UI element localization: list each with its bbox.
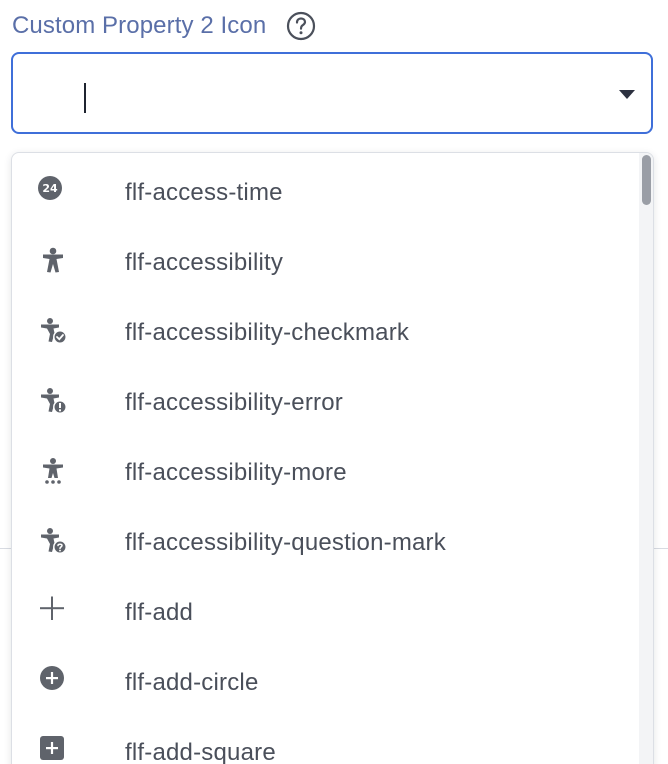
add-circle-icon	[38, 666, 68, 696]
option-add-square[interactable]: flf-add-square	[12, 718, 640, 764]
add-icon	[38, 596, 68, 626]
accessibility-more-icon	[38, 456, 68, 486]
option-add-circle[interactable]: flf-add-circle	[12, 648, 640, 718]
option-label: flf-accessibility-question-mark	[125, 529, 446, 556]
accessibility-checkmark-icon	[38, 316, 68, 346]
option-label: flf-accessibility-error	[125, 389, 343, 416]
background-divider	[652, 548, 668, 549]
option-add[interactable]: flf-add	[12, 578, 640, 648]
field-label: Custom Property 2 Icon	[12, 8, 316, 44]
option-accessibility-question-mark[interactable]: flf-accessibility-question-mark	[12, 508, 640, 578]
question-circle-icon[interactable]	[286, 11, 316, 41]
icon-select-input[interactable]	[11, 52, 653, 134]
option-label: flf-add-square	[125, 739, 276, 764]
add-square-icon	[38, 736, 68, 764]
option-label: flf-accessibility-checkmark	[125, 319, 410, 346]
option-accessibility-more[interactable]: flf-accessibility-more	[12, 438, 640, 508]
accessibility-icon	[38, 246, 68, 276]
icon-select-page: Custom Property 2 Icon 24 flf-access-tim…	[0, 0, 668, 764]
option-label: flf-add	[125, 599, 194, 626]
accessibility-question-mark-icon	[38, 526, 68, 556]
option-access-time[interactable]: 24 flf-access-time	[12, 158, 640, 228]
option-label: flf-accessibility-more	[125, 459, 347, 486]
icon-dropdown-menu: 24 flf-access-time flf-accessibility flf…	[11, 152, 654, 764]
caret-down-icon[interactable]	[619, 90, 635, 99]
option-label: flf-accessibility	[125, 249, 284, 276]
option-label: flf-access-time	[125, 179, 283, 206]
svg-text:24: 24	[42, 182, 58, 195]
option-accessibility-error[interactable]: flf-accessibility-error	[12, 368, 640, 438]
text-cursor	[84, 83, 86, 113]
access-time-24-icon: 24	[38, 176, 68, 206]
icon-option-list: 24 flf-access-time flf-accessibility flf…	[12, 158, 640, 764]
option-label: flf-add-circle	[125, 669, 259, 696]
field-label-text: Custom Property 2 Icon	[12, 12, 267, 39]
scrollbar-thumb[interactable]	[642, 155, 651, 205]
option-accessibility[interactable]: flf-accessibility	[12, 228, 640, 298]
accessibility-error-icon	[38, 386, 68, 416]
option-accessibility-checkmark[interactable]: flf-accessibility-checkmark	[12, 298, 640, 368]
menu-scrollbar[interactable]	[639, 153, 653, 764]
